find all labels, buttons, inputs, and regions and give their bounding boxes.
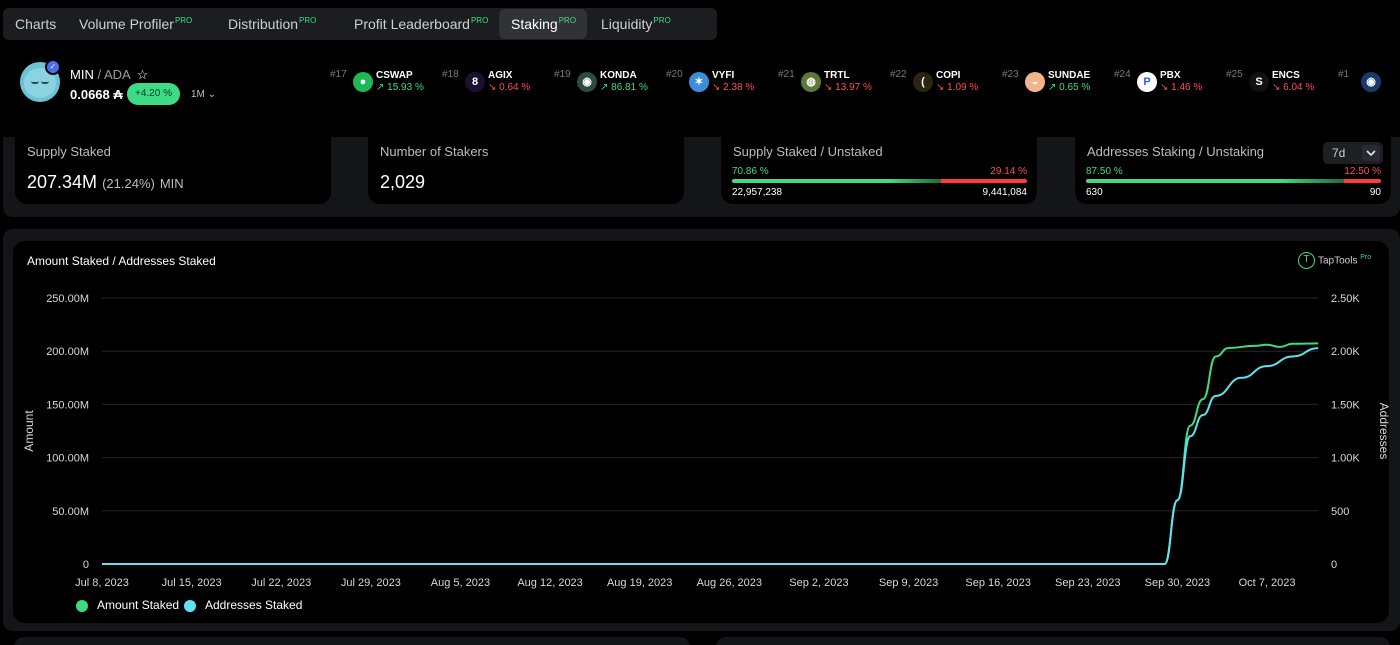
- y-tick-label: 100.00M: [46, 453, 89, 465]
- legend-label: Addresses Staked: [205, 598, 303, 612]
- y-tick-label: 50.00M: [52, 506, 89, 518]
- legend-label: Amount Staked: [97, 598, 180, 612]
- x-tick-label: Jul 8, 2023: [75, 577, 129, 589]
- x-tick-label: Sep 30, 2023: [1145, 577, 1210, 589]
- x-tick-label: Sep 2, 2023: [789, 577, 848, 589]
- x-tick-label: Aug 26, 2023: [697, 577, 762, 589]
- y2-tick-label: 2.50K: [1331, 293, 1360, 305]
- x-tick-label: Sep 9, 2023: [879, 577, 938, 589]
- y-axis-label: Amount: [22, 410, 36, 452]
- x-tick-label: Oct 7, 2023: [1239, 577, 1296, 589]
- x-tick-label: Aug 12, 2023: [517, 577, 582, 589]
- y-tick-label: 0: [83, 559, 89, 571]
- series-line-amount-staked: [101, 342, 1319, 566]
- next-panel: [14, 637, 690, 645]
- legend-dot: [76, 600, 88, 612]
- x-tick-label: Jul 22, 2023: [251, 577, 311, 589]
- y2-tick-label: 1.00K: [1331, 453, 1360, 465]
- x-tick-label: Jul 29, 2023: [341, 577, 401, 589]
- next-panel: [716, 637, 1390, 645]
- x-tick-label: Jul 15, 2023: [162, 577, 222, 589]
- y-tick-label: 150.00M: [46, 399, 89, 411]
- x-tick-label: Aug 5, 2023: [431, 577, 490, 589]
- x-tick-label: Sep 23, 2023: [1055, 577, 1120, 589]
- series-line-addresses-staked: [101, 347, 1319, 566]
- x-tick-label: Sep 16, 2023: [965, 577, 1030, 589]
- y2-tick-label: 500: [1331, 506, 1349, 518]
- y2-tick-label: 0: [1331, 559, 1337, 571]
- y-tick-label: 250.00M: [46, 293, 89, 305]
- x-tick-label: Aug 19, 2023: [607, 577, 672, 589]
- y2-tick-label: 2.00K: [1331, 346, 1360, 358]
- staking-chart[interactable]: 0 0 50.00M 500 100.00M 1.00K 150.00M 1.50K 200.0…: [0, 0, 1400, 645]
- y-tick-label: 200.00M: [46, 346, 89, 358]
- y2-tick-label: 1.50K: [1331, 399, 1360, 411]
- y2-axis-label: Addresses: [1377, 403, 1391, 460]
- legend-dot: [184, 600, 196, 612]
